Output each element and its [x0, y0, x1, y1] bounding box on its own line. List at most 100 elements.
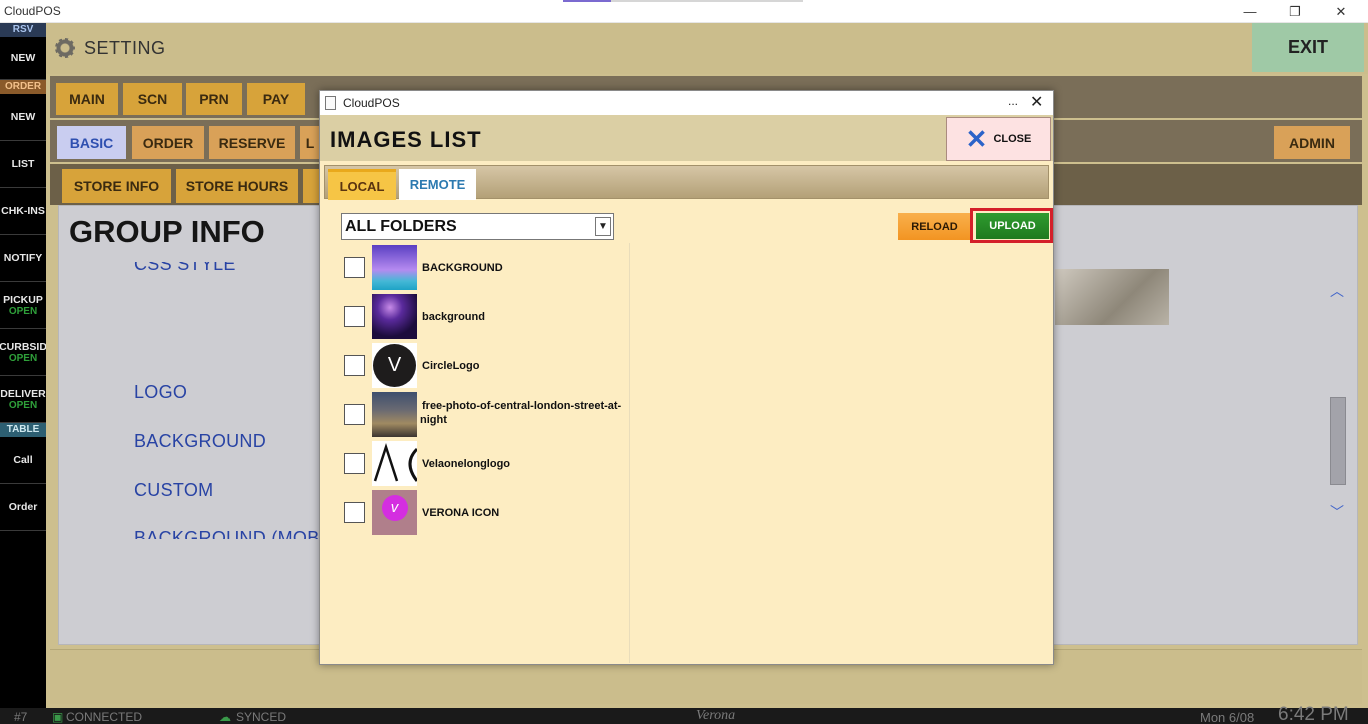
tab-l[interactable]: L — [300, 126, 320, 159]
sidebar-item-rsv-new[interactable]: NEW — [0, 37, 46, 80]
sidebar-header-rsv: RSV — [0, 23, 46, 37]
dialog-titlebar: CloudPOS ... ✕ — [320, 91, 1053, 115]
tab-remote[interactable]: REMOTE — [399, 169, 476, 200]
london-street-thumbnail — [372, 392, 417, 437]
folder-dropdown-value: ALL FOLDERS — [345, 218, 457, 235]
sidebar-item-curbside[interactable]: CURBSID OPEN — [0, 329, 46, 376]
image-checkbox[interactable] — [344, 257, 365, 278]
images-list-heading: IMAGES LIST — [330, 127, 482, 152]
tab-prn[interactable]: PRN — [186, 83, 242, 115]
label-background-mobile: BACKGROUND (MOBI — [134, 528, 325, 539]
long-logo-thumbnail — [372, 441, 417, 486]
tab-admin[interactable]: ADMIN — [1274, 126, 1350, 159]
restore-button[interactable]: ❐ — [1272, 0, 1318, 23]
v-logo-icon: v — [381, 494, 408, 521]
tab-partial[interactable] — [303, 169, 319, 203]
tab-local[interactable]: LOCAL — [328, 169, 396, 200]
sidebar-item-order-new[interactable]: NEW — [0, 94, 46, 141]
sidebar-item-label: NEW — [10, 52, 36, 64]
upload-button[interactable]: UPLOAD — [976, 213, 1049, 239]
background-preview-image — [1055, 269, 1169, 325]
window-close-button[interactable]: ✕ — [1318, 0, 1364, 23]
image-checkbox[interactable] — [344, 306, 365, 327]
list-item[interactable]: v VERONA ICON — [341, 489, 631, 537]
sidebar-item-label: DELIVER — [0, 387, 46, 400]
sidebar-item-label: NOTIFY — [3, 252, 43, 264]
tab-store-hours[interactable]: STORE HOURS — [176, 169, 298, 203]
dialog-window-title: CloudPOS — [343, 96, 400, 110]
image-name: free-photo-of-central-london-street-at- — [422, 400, 622, 412]
sidebar-item-label: LIST — [11, 158, 35, 170]
label-background-mobile-text: BACKGROUND (MOBI — [134, 528, 325, 539]
gear-icon — [55, 38, 75, 58]
purple-gradient-thumbnail — [372, 245, 417, 290]
sidebar-item-label: CHK-INS — [1, 205, 45, 217]
tab-main[interactable]: MAIN — [56, 83, 118, 115]
reload-button[interactable]: RELOAD — [898, 213, 971, 240]
sidebar-item-table-order[interactable]: Order — [0, 484, 46, 531]
list-item[interactable]: free-photo-of-central-london-street-at- … — [341, 391, 631, 439]
page-title: SETTING — [84, 38, 166, 58]
tab-store-info[interactable]: STORE INFO — [62, 169, 171, 203]
tab-pay[interactable]: PAY — [247, 83, 305, 115]
dark-purple-thumbnail — [372, 294, 417, 339]
list-item[interactable]: background — [341, 293, 631, 341]
list-item[interactable]: V CircleLogo — [341, 342, 631, 390]
status-date: Mon 6/08 — [1200, 710, 1255, 724]
synced-status: SYNCED — [236, 710, 287, 724]
label-css-style-text: CSS STYLE — [134, 262, 236, 274]
dialog-body: IMAGES LIST ✕ CLOSE LOCAL REMOTE ALL FOL… — [320, 115, 1053, 664]
label-background: BACKGROUND — [134, 431, 267, 451]
minimize-button[interactable]: — — [1227, 0, 1273, 23]
group-info-title: GROUP INFO — [69, 214, 265, 249]
sidebar-item-label: NEW — [10, 111, 36, 123]
app-header: SETTING EXIT — [46, 23, 1368, 74]
terminal-number: #7 — [14, 710, 28, 724]
image-checkbox[interactable] — [344, 453, 365, 474]
status-time: 6:42 PM — [1278, 704, 1349, 724]
sidebar-item-call[interactable]: Call — [0, 437, 46, 484]
folder-dropdown[interactable]: ALL FOLDERS ▼ — [341, 213, 614, 240]
taskbar-indicator — [563, 0, 611, 2]
tab-reserve[interactable]: RESERVE — [209, 126, 295, 159]
sidebar-item-delivery[interactable]: DELIVER OPEN — [0, 376, 46, 423]
image-checkbox[interactable] — [344, 355, 365, 376]
list-item[interactable]: Velaonelonglogo — [341, 440, 631, 488]
document-icon — [325, 96, 336, 110]
status-badge: OPEN — [8, 305, 38, 317]
sidebar-item-notify[interactable]: NOTIFY — [0, 235, 46, 282]
tab-scn[interactable]: SCN — [123, 83, 182, 115]
list-item[interactable]: BACKGROUND — [341, 244, 631, 292]
image-name: BACKGROUND — [422, 262, 503, 274]
image-name-continued: night — [420, 414, 447, 426]
circle-v-logo-thumbnail: V — [372, 343, 417, 388]
tab-order[interactable]: ORDER — [132, 126, 204, 159]
image-checkbox[interactable] — [344, 404, 365, 425]
status-bar: #7 ▣ CONNECTED ☁ SYNCED Verona Mon 6/08 … — [0, 704, 1368, 724]
scroll-up-icon[interactable]: ︿ — [1330, 281, 1344, 301]
taskbar-indicator-secondary — [611, 0, 803, 2]
image-name: VERONA ICON — [422, 507, 500, 519]
sidebar-item-pickup[interactable]: PICKUP OPEN — [0, 282, 46, 329]
verona-icon-thumbnail: v — [372, 490, 417, 535]
sidebar-item-chk-ins[interactable]: CHK-INS — [0, 188, 46, 235]
connected-status: CONNECTED — [66, 710, 143, 724]
v-logo-icon: V — [373, 344, 416, 387]
left-sidebar: RSV NEW ORDER NEW LIST CHK-INS NOTIFY PI… — [0, 23, 46, 708]
scrollbar-thumb[interactable] — [1330, 397, 1346, 485]
sidebar-item-list[interactable]: LIST — [0, 141, 46, 188]
sidebar-item-label: Order — [8, 501, 38, 513]
dialog-more-button[interactable]: ... — [1008, 94, 1018, 108]
close-button-label: CLOSE — [993, 133, 1032, 145]
exit-button[interactable]: EXIT — [1252, 23, 1364, 72]
scroll-down-icon[interactable]: ﹀ — [1330, 502, 1344, 522]
tab-basic[interactable]: BASIC — [57, 126, 126, 159]
os-titlebar: CloudPOS — ❐ ✕ — [0, 0, 1368, 23]
chevron-down-icon[interactable]: ▼ — [595, 217, 611, 236]
image-name: background — [422, 311, 485, 323]
dialog-x-button[interactable]: ✕ — [1030, 92, 1043, 112]
close-button[interactable]: ✕ CLOSE — [946, 117, 1051, 161]
status-badge: OPEN — [8, 352, 38, 364]
image-checkbox[interactable] — [344, 502, 365, 523]
sidebar-header-table: TABLE — [0, 423, 46, 437]
